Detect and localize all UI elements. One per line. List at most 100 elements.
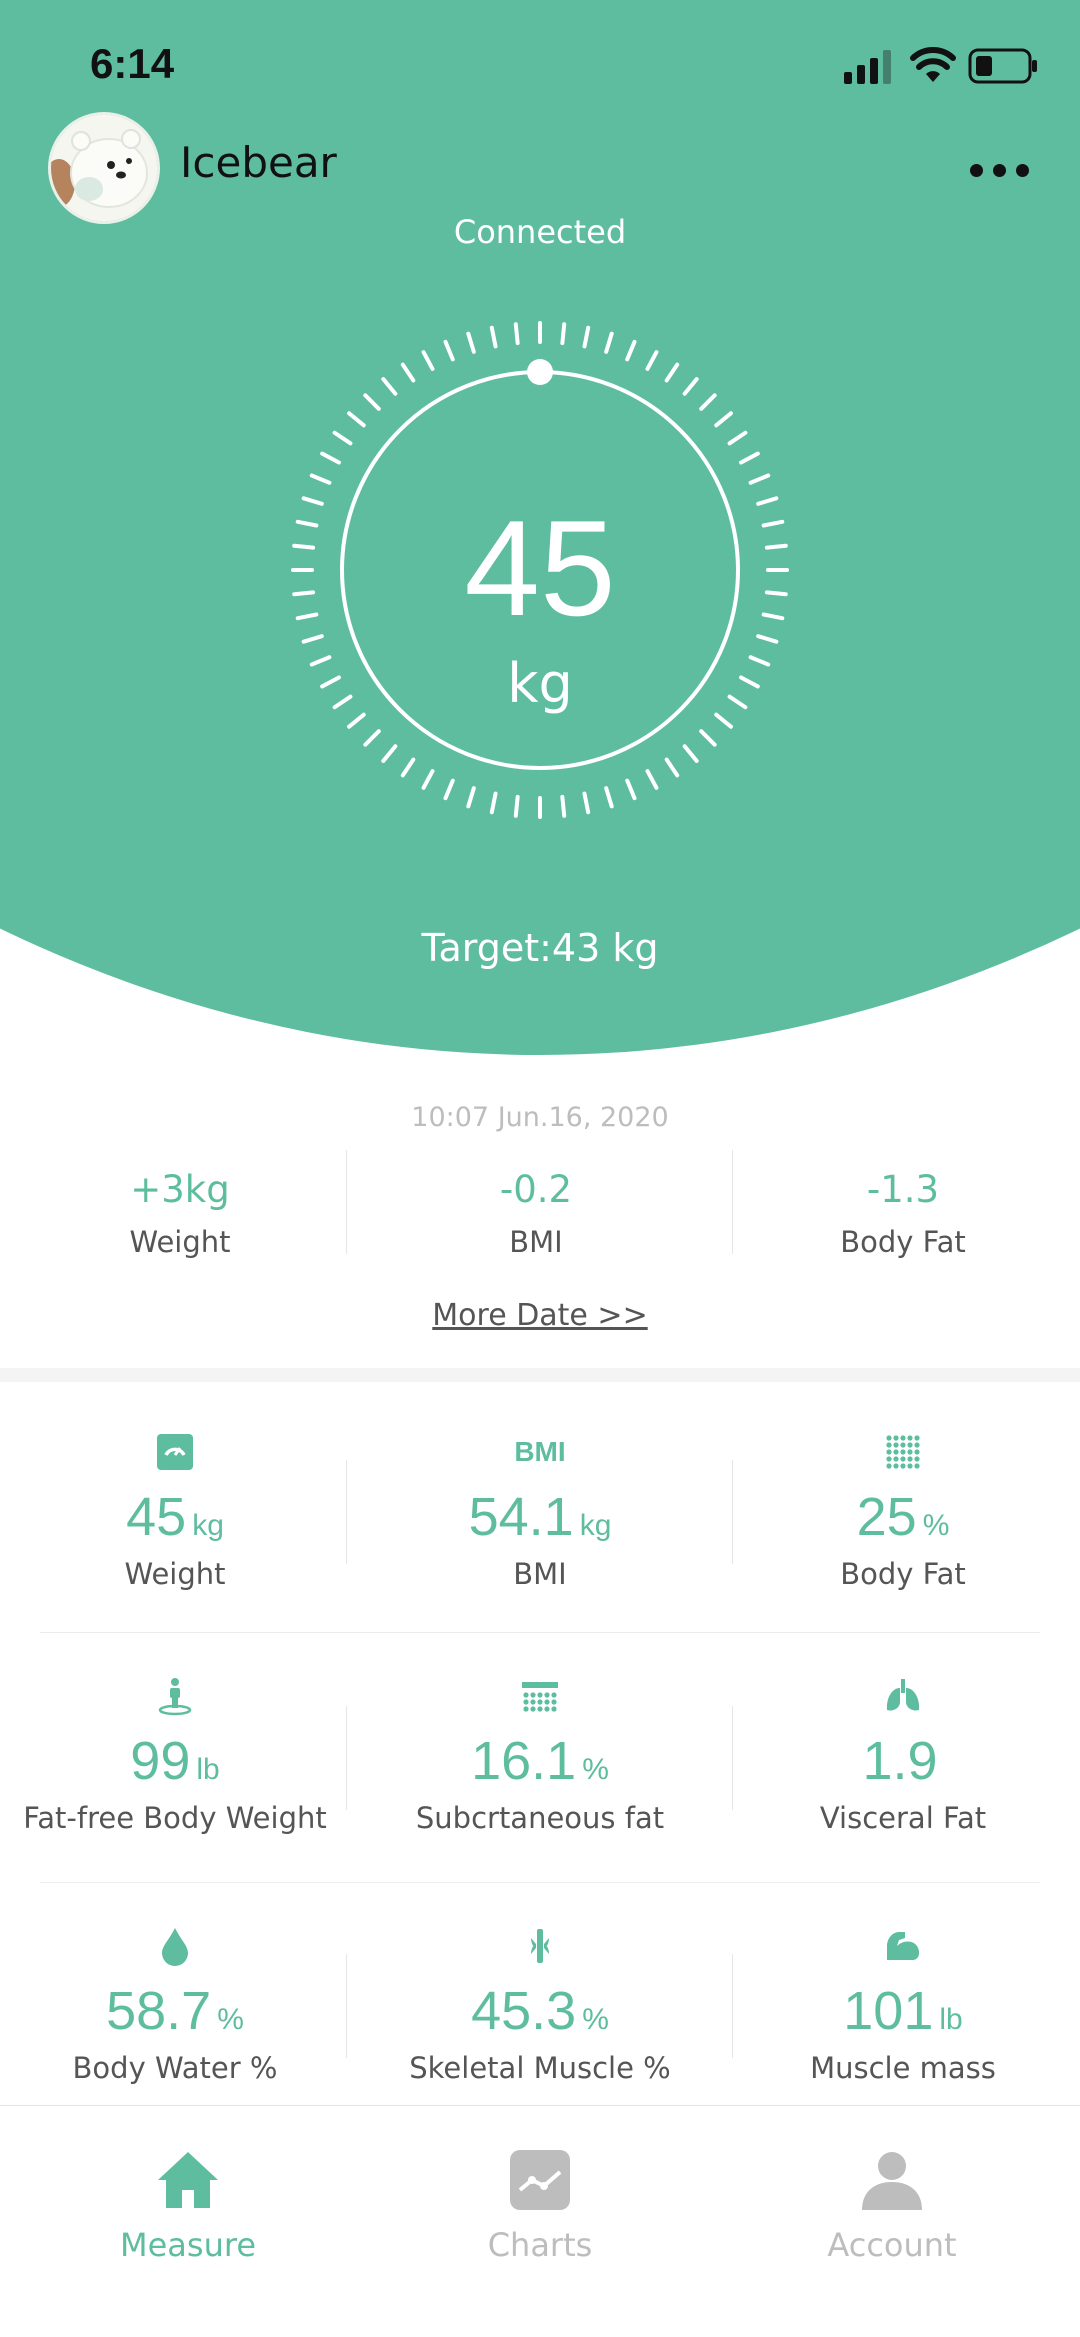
dot (907, 1449, 913, 1455)
dot (907, 1463, 913, 1469)
gauge-tick (582, 791, 591, 815)
avatar[interactable] (48, 112, 160, 224)
dot (914, 1456, 920, 1462)
dot (914, 1435, 920, 1441)
dot (537, 1699, 543, 1705)
bottom-tab-bar: Measure Charts Account (0, 2105, 1080, 2337)
bear-avatar-image (51, 115, 157, 221)
person-icon (862, 2152, 922, 2210)
dot (530, 1699, 536, 1705)
gauge-tick (682, 744, 699, 763)
dot (551, 1692, 557, 1698)
metric-value: 54.1 kg (468, 1487, 612, 1547)
dot (530, 1692, 536, 1698)
dot (900, 1435, 906, 1441)
change-label: Body Fat (840, 1225, 966, 1259)
gauge-tick (699, 393, 717, 411)
row-divider (40, 1882, 1040, 1883)
tab-measure[interactable]: Measure (38, 2148, 338, 2264)
gauge-tick (466, 786, 476, 809)
dot (914, 1449, 920, 1455)
divider (346, 1460, 347, 1564)
gauge-tick (363, 729, 381, 747)
tab-label: Account (827, 2226, 957, 2264)
metric-weight[interactable]: 45 kg Weight (0, 1432, 355, 1591)
body-fat-icon (886, 1435, 920, 1469)
gauge-tick (645, 769, 659, 790)
divider (346, 1706, 347, 1810)
metric-label: Body Water % (72, 2051, 278, 2086)
dot (551, 1699, 557, 1705)
gauge-tick (381, 377, 398, 396)
gauge-tick (645, 350, 659, 371)
app-root: { "status_bar": {"time": "6:14"}, "heade… (0, 0, 1080, 2337)
gauge-tick (381, 744, 398, 763)
metric-value: 99 lb (130, 1731, 220, 1791)
metric-value: 16.1% (471, 1731, 609, 1791)
bmi-icon: BMI (514, 1436, 566, 1467)
dot (886, 1442, 892, 1448)
gauge-tick (727, 430, 748, 446)
metric-muscle-mass[interactable]: 101 lb Muscle mass (723, 1926, 1080, 2085)
gauge-tick (714, 411, 733, 428)
gauge-tick (664, 362, 680, 383)
gauge-tick (682, 377, 699, 396)
metric-value: 45.3% (471, 1981, 609, 2041)
gauge-tick (582, 325, 591, 349)
change-body-fat: -1.3 Body Fat (723, 1168, 1080, 1259)
status-bar: 6:14 (0, 0, 1080, 130)
weight-unit: kg (507, 652, 573, 715)
metric-body-fat[interactable]: 25% Body Fat (723, 1432, 1080, 1591)
battery-icon (968, 48, 1037, 84)
gauge-tick (489, 791, 498, 815)
gauge-tick (347, 712, 366, 729)
more-icon[interactable] (960, 150, 1040, 190)
dot (523, 1706, 529, 1712)
wifi-icon (910, 47, 956, 82)
dot (914, 1463, 920, 1469)
gauge-tick (347, 411, 366, 428)
dot (551, 1706, 557, 1712)
divider (346, 1954, 347, 2058)
change-value: -0.2 (499, 1168, 573, 1211)
gauge-tick (421, 769, 435, 790)
metric-visceral-fat[interactable]: 1.9 Visceral Fat (723, 1676, 1080, 1835)
dot (544, 1706, 550, 1712)
more-date-link[interactable]: More Date >> (0, 1298, 1080, 1333)
home-icon (158, 2152, 218, 2208)
gauge-tick (560, 794, 567, 818)
tab-charts[interactable]: Charts (390, 2148, 690, 2264)
gauge-tick (739, 451, 760, 465)
body-weight-icon (158, 1678, 192, 1716)
dot (900, 1449, 906, 1455)
gauge-tick (560, 322, 567, 346)
tab-label: Charts (487, 2226, 593, 2264)
gauge-tick (756, 634, 779, 644)
gauge-indicator (527, 359, 553, 385)
skeleton-icon (531, 1929, 549, 1963)
metric-label: BMI (513, 1557, 567, 1592)
dot (893, 1435, 899, 1441)
tab-account[interactable]: Account (742, 2148, 1042, 2264)
gauge-tick (699, 729, 717, 747)
metric-body-water[interactable]: 58.7% Body Water % (0, 1926, 355, 2085)
metric-subcutaneous-fat[interactable]: 16.1% Subcrtaneous fat (360, 1676, 720, 1835)
dot (907, 1442, 913, 1448)
metric-value: 101 lb (843, 1981, 963, 2041)
dot (886, 1435, 892, 1441)
change-value: +3kg (130, 1168, 230, 1211)
dot (886, 1449, 892, 1455)
gauge-tick (443, 778, 455, 801)
dot (893, 1449, 899, 1455)
metric-value: 58.7% (106, 1981, 244, 2041)
connection-status: Connected (453, 213, 627, 251)
gauge-tick (363, 393, 381, 411)
metric-bmi[interactable]: BMI 54.1 kg BMI (360, 1432, 720, 1591)
lungs-icon (886, 1679, 920, 1711)
metric-fat-free-weight[interactable]: 99 lb Fat-free Body Weight (0, 1676, 355, 1835)
change-weight: +3kg Weight (0, 1168, 360, 1259)
username: Icebear (180, 138, 337, 187)
metric-value: 45 kg (126, 1487, 224, 1547)
dot (537, 1706, 543, 1712)
metric-skeletal-muscle[interactable]: 45.3% Skeletal Muscle % (360, 1926, 720, 2085)
